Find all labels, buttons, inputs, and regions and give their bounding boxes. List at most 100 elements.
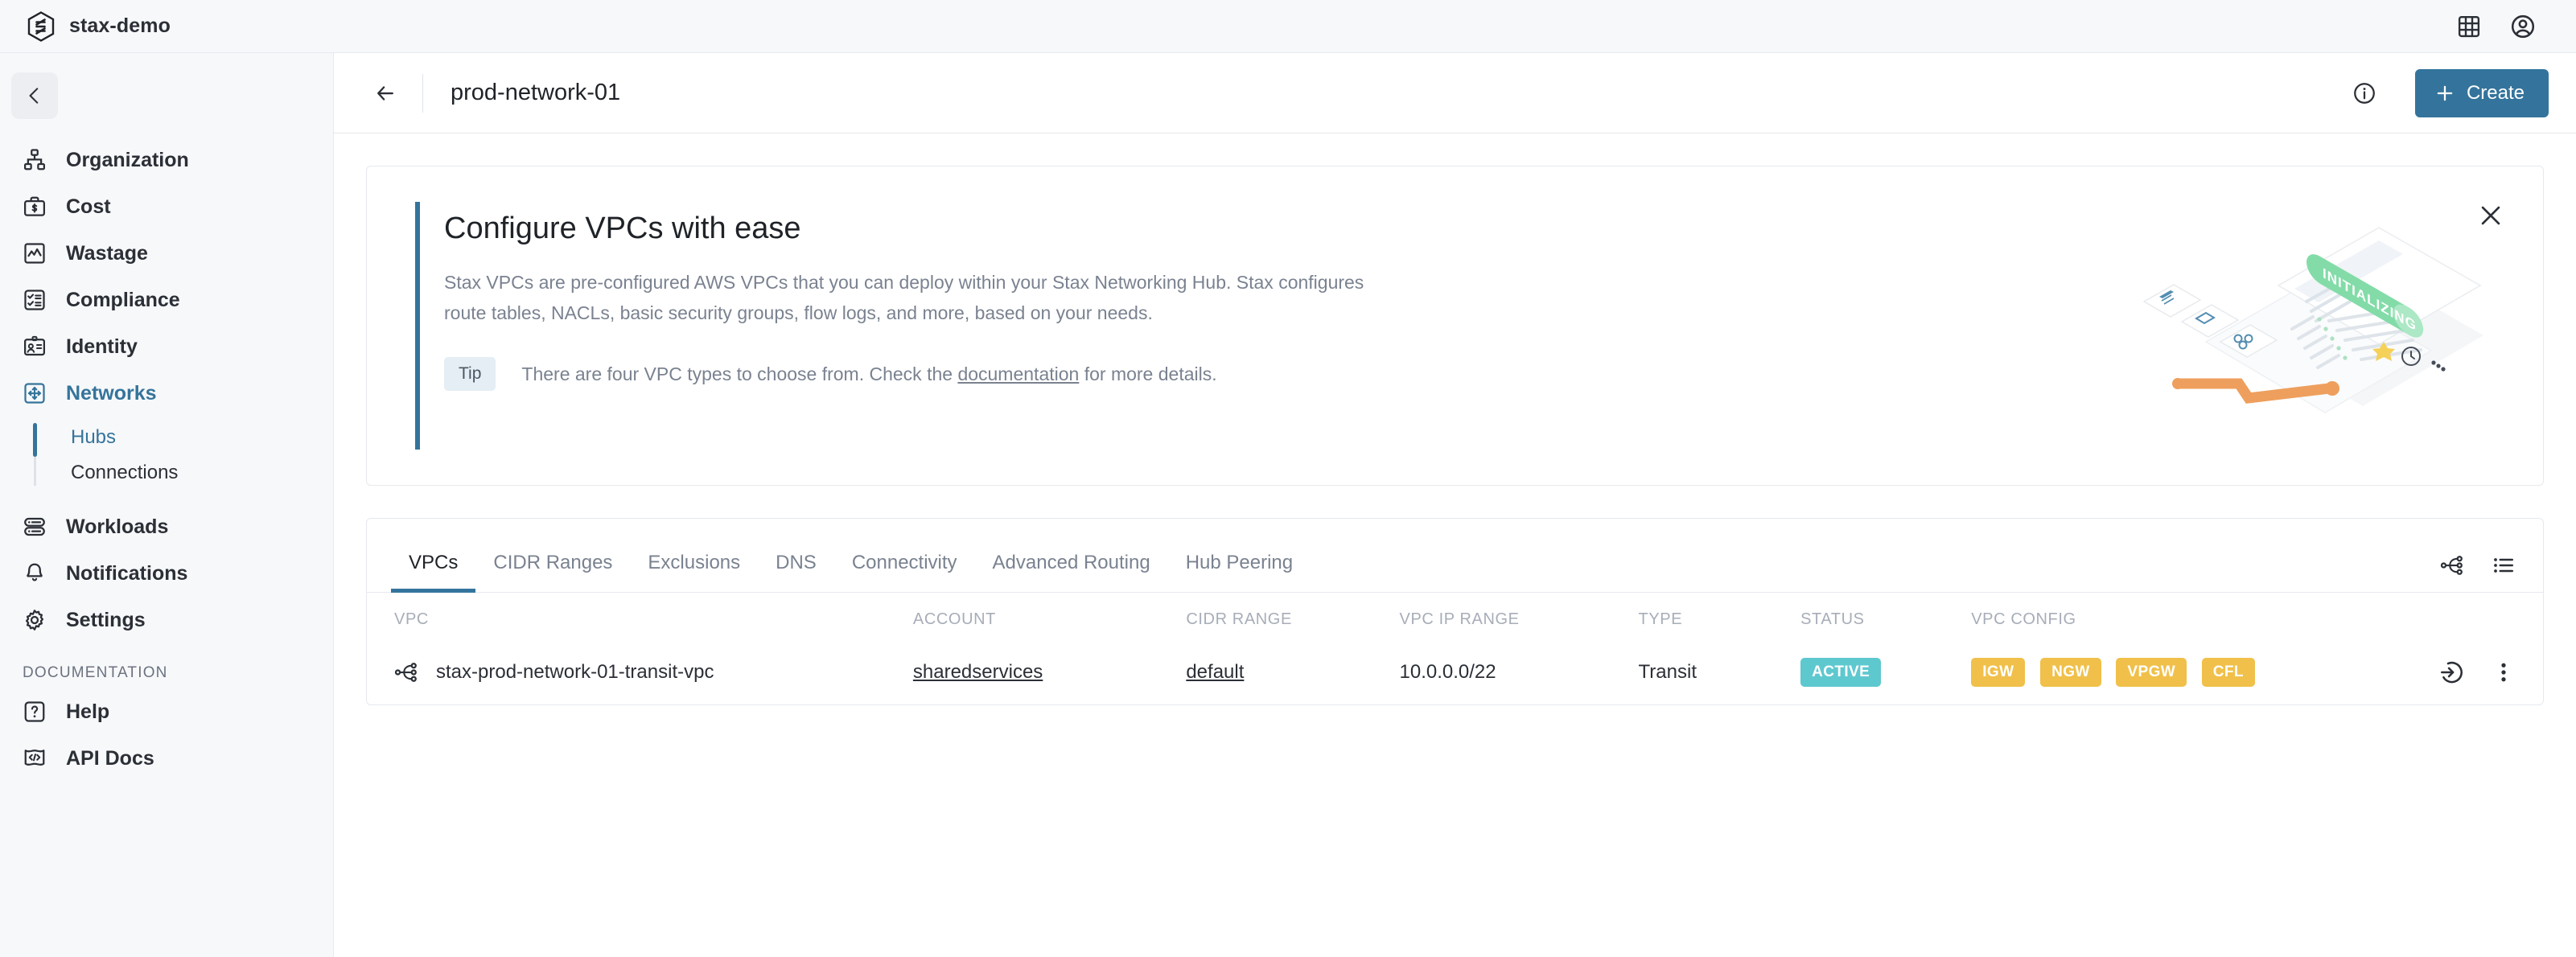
column-header-vpc: VPC: [394, 610, 429, 628]
sidebar-item-label: Wastage: [66, 241, 148, 265]
cell-vpc: stax-prod-network-01-transit-vpc: [367, 640, 913, 704]
back-button[interactable]: [366, 74, 405, 113]
apps-grid-icon[interactable]: [2457, 14, 2481, 39]
sidebar-subnav-networks: Hubs Connections: [0, 420, 333, 491]
cidr-range-link[interactable]: default: [1186, 661, 1244, 683]
tip-text: There are four VPC types to choose from.…: [521, 363, 1216, 385]
account-link[interactable]: sharedservices: [913, 661, 1043, 683]
table-row[interactable]: stax-prod-network-01-transit-vpc shareds…: [367, 640, 2543, 704]
sidebar-item-label: Networks: [66, 381, 157, 405]
sidebar-item-wastage[interactable]: Wastage: [0, 230, 333, 277]
sidebar-item-identity[interactable]: Identity: [0, 323, 333, 370]
page-header: prod-network-01 Create: [334, 53, 2576, 133]
cell-actions: [2372, 640, 2543, 704]
sidebar-section-documentation: DOCUMENTATION: [23, 664, 168, 681]
tab-dns[interactable]: DNS: [758, 552, 834, 592]
sidebar-item-compliance[interactable]: Compliance: [0, 277, 333, 323]
column-header-vpc-config: VPC CONFIG: [1971, 610, 2076, 628]
main-area: prod-network-01 Create Configure VPCs wi…: [334, 53, 2576, 957]
sidebar-item-workloads[interactable]: Workloads: [0, 503, 333, 550]
vpc-table: VPC ACCOUNT CIDR RANGE VPC IP RANGE TYPE…: [367, 593, 2543, 704]
cell-cidr-range: default: [1186, 640, 1399, 704]
table-header-row: VPC ACCOUNT CIDR RANGE VPC IP RANGE TYPE…: [367, 593, 2543, 640]
network-node-icon: [394, 660, 418, 684]
sidebar-item-label: Identity: [66, 335, 138, 358]
view-toggle-group: [2440, 553, 2516, 592]
tab-vpcs[interactable]: VPCs: [391, 552, 476, 593]
more-options-icon[interactable]: [2492, 660, 2516, 684]
status-badge: ACTIVE: [1800, 658, 1882, 687]
documentation-link[interactable]: documentation: [957, 363, 1079, 384]
page-content: Configure VPCs with ease Stax VPCs are p…: [334, 133, 2576, 957]
info-button[interactable]: [2346, 75, 2383, 112]
list-view-icon[interactable]: [2492, 553, 2516, 577]
sidebar-item-organization[interactable]: Organization: [0, 137, 333, 183]
tip-text-after: for more details.: [1079, 363, 1217, 384]
sidebar-item-connections[interactable]: Connections: [0, 455, 333, 491]
sidebar-item-label: Cost: [66, 195, 111, 218]
tip-text-before: There are four VPC types to choose from.…: [521, 363, 958, 384]
create-button-label: Create: [2466, 81, 2525, 104]
header-divider: [422, 73, 423, 113]
sidebar-item-label: API Docs: [66, 746, 154, 770]
checklist-icon: [21, 286, 48, 314]
sidebar-item-networks[interactable]: Networks: [0, 370, 333, 417]
user-avatar-icon[interactable]: [2510, 14, 2536, 39]
cell-vpc-ip-range: 10.0.0.0/22: [1399, 661, 1496, 683]
banner-tip-row: Tip There are four VPC types to choose f…: [444, 357, 1372, 391]
id-card-icon: [21, 333, 48, 360]
info-banner: Configure VPCs with ease Stax VPCs are p…: [366, 166, 2544, 486]
arrow-left-icon: [373, 81, 397, 105]
tab-exclusions[interactable]: Exclusions: [630, 552, 758, 592]
page-title: prod-network-01: [451, 80, 621, 105]
sidebar-item-label: Help: [66, 700, 110, 723]
column-header-actions: [2372, 593, 2543, 640]
sidebar-collapse-button[interactable]: [11, 72, 58, 119]
vpc-cell-content: stax-prod-network-01-transit-vpc: [394, 660, 913, 684]
tab-advanced-routing[interactable]: Advanced Routing: [975, 552, 1168, 592]
network-arrows-icon: [21, 380, 48, 407]
topbar-icons: [2457, 14, 2553, 39]
body: Organization Cost Wastage Compliance Ide…: [0, 53, 2576, 957]
subnav-rail-active: [33, 423, 37, 457]
banner-description: Stax VPCs are pre-configured AWS VPCs th…: [444, 272, 1364, 323]
config-badge-ngw: NGW: [2040, 658, 2101, 687]
row-action-group: [2372, 659, 2543, 685]
tab-hub-peering[interactable]: Hub Peering: [1168, 552, 1311, 592]
sidebar-item-api-docs[interactable]: API Docs: [0, 735, 333, 782]
config-badge-vpgw: VPGW: [2116, 658, 2187, 687]
chevron-left-icon: [24, 85, 45, 106]
stax-hexagon-logo-icon: [27, 10, 55, 42]
cell-vpc-config: IGW NGW VPGW CFL: [1971, 640, 2372, 704]
sidebar-item-label: Settings: [66, 608, 146, 631]
sidebar-item-cost[interactable]: Cost: [0, 183, 333, 230]
sidebar-item-hubs[interactable]: Hubs: [0, 420, 333, 455]
sidebar-item-label: Notifications: [66, 561, 188, 585]
question-box-icon: [21, 698, 48, 725]
sidebar-item-settings[interactable]: Settings: [0, 597, 333, 643]
tab-cidr-ranges[interactable]: CIDR Ranges: [475, 552, 630, 592]
brand[interactable]: stax-demo: [27, 10, 171, 42]
topology-view-icon[interactable]: [2440, 553, 2464, 577]
tab-bar: VPCs CIDR Ranges Exclusions DNS Connecti…: [367, 519, 2543, 593]
open-console-icon[interactable]: [2438, 659, 2464, 685]
column-header-account: ACCOUNT: [912, 610, 996, 628]
column-header-cidr-range: CIDR RANGE: [1186, 610, 1292, 628]
cell-status: ACTIVE: [1800, 640, 1971, 704]
column-header-status: STATUS: [1800, 610, 1865, 628]
column-header-type: TYPE: [1638, 610, 1683, 628]
banner-text: Configure VPCs with ease Stax VPCs are p…: [367, 166, 1372, 485]
top-bar: stax-demo: [0, 0, 2576, 53]
sidebar-item-label: Workloads: [66, 515, 169, 538]
config-badge-cfl: CFL: [2201, 658, 2255, 687]
info-circle-icon: [2352, 81, 2376, 105]
sidebar-item-notifications[interactable]: Notifications: [0, 550, 333, 597]
app-root: stax-demo Organization Cost Wastage Comp…: [0, 0, 2576, 957]
sidebar: Organization Cost Wastage Compliance Ide…: [0, 53, 334, 957]
create-button[interactable]: Create: [2414, 68, 2549, 117]
vpc-table-card: VPCs CIDR Ranges Exclusions DNS Connecti…: [366, 518, 2544, 705]
vpc-table-head: VPC ACCOUNT CIDR RANGE VPC IP RANGE TYPE…: [367, 593, 2543, 640]
plus-icon: [2434, 83, 2455, 104]
sidebar-item-help[interactable]: Help: [0, 688, 333, 735]
tab-connectivity[interactable]: Connectivity: [834, 552, 975, 592]
